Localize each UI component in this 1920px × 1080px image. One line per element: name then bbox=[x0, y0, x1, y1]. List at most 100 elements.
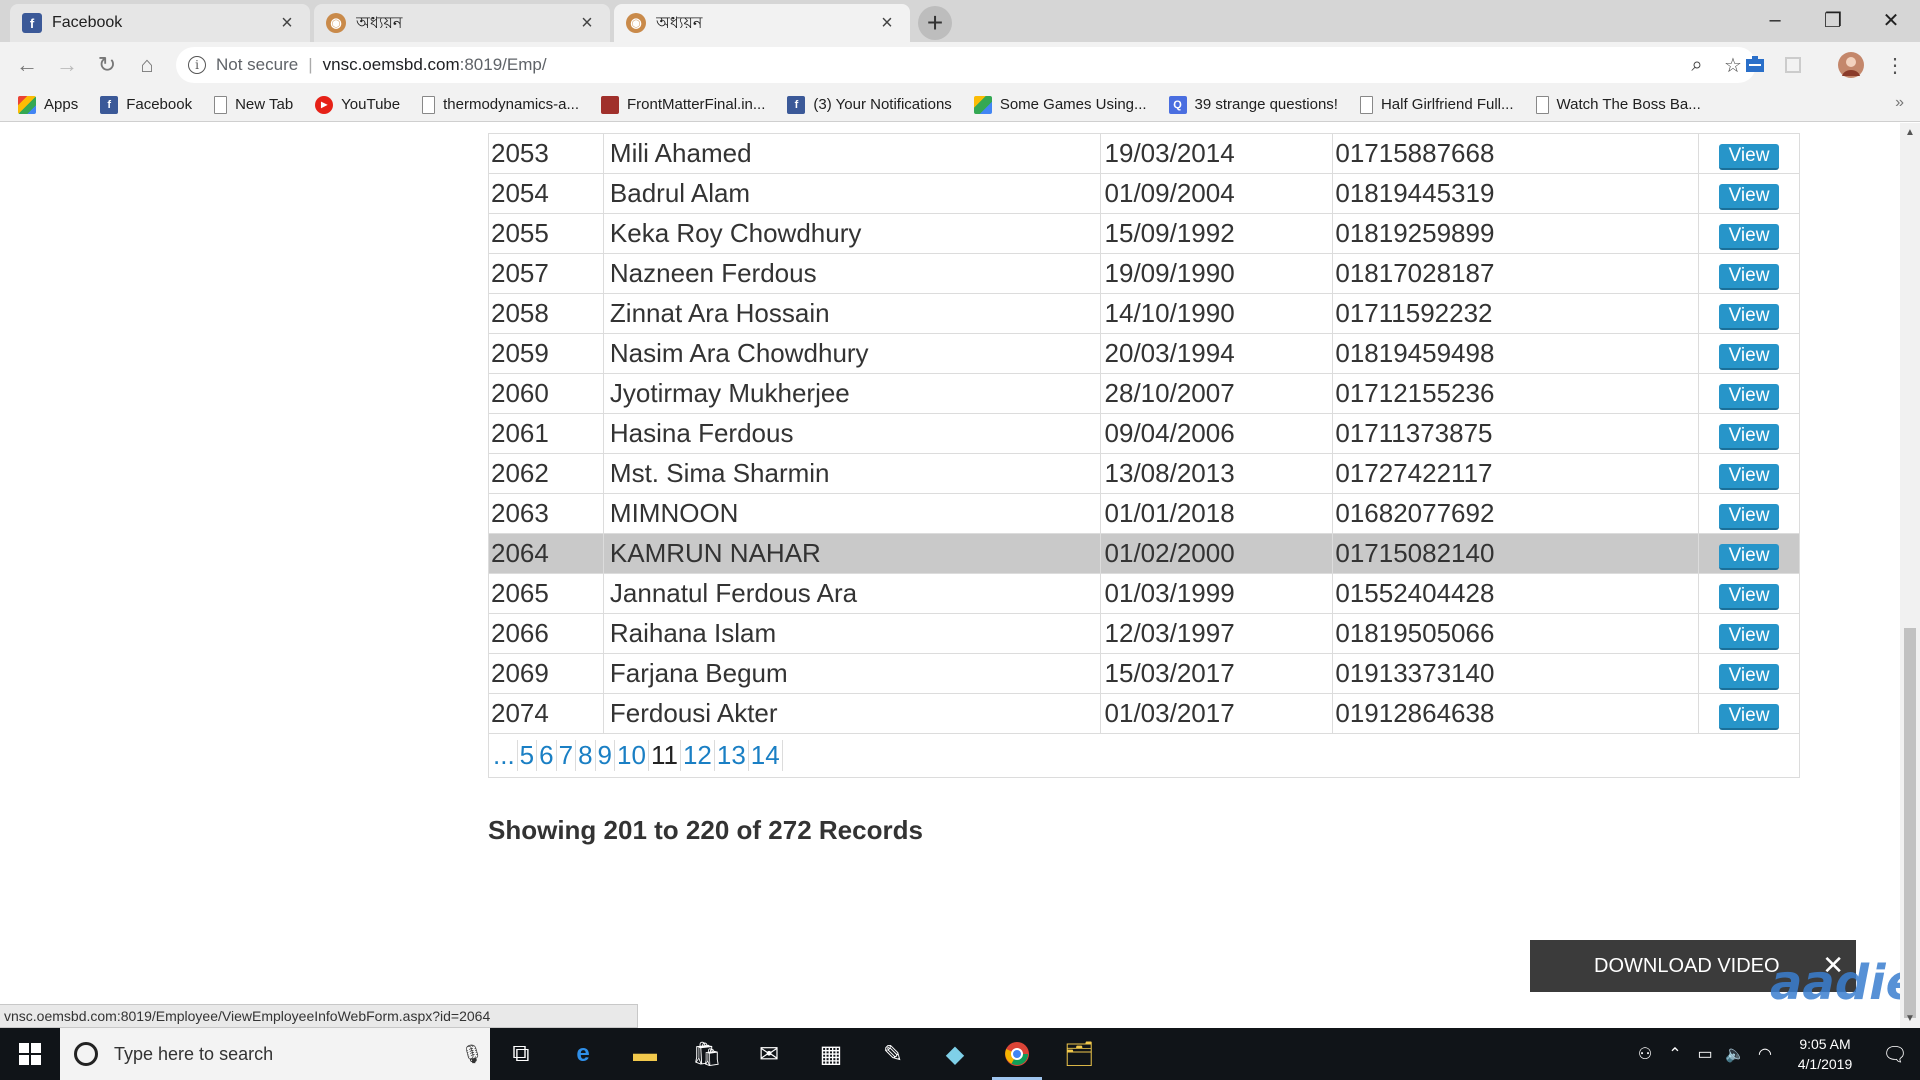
maximize-button[interactable]: ❐ bbox=[1804, 0, 1862, 40]
phone-cell: 01711373875 bbox=[1332, 413, 1700, 454]
close-icon[interactable]: × bbox=[276, 12, 298, 35]
tab-adhyayan-2[interactable]: ◉ অধ্যয়ন × bbox=[614, 4, 910, 42]
pager-link[interactable]: 8 bbox=[576, 740, 596, 771]
view-button[interactable]: View bbox=[1718, 424, 1780, 450]
window-close-button[interactable]: ✕ bbox=[1862, 0, 1920, 40]
table-row: 2059 Nasim Ara Chowdhury 20/03/1994 0181945… bbox=[488, 333, 1800, 374]
notes-app-icon[interactable]: ◆ bbox=[924, 1028, 986, 1080]
bookmark-thermodynamics[interactable]: thermodynamics-a... bbox=[422, 95, 579, 114]
pager-link[interactable]: 12 bbox=[681, 740, 715, 771]
pager-link[interactable]: 13 bbox=[715, 740, 749, 771]
bookmark-label: 39 strange questions! bbox=[1194, 96, 1338, 113]
microphone-icon[interactable]: 🎙 bbox=[454, 1044, 490, 1065]
bookmark-youtube[interactable]: ▶ YouTube bbox=[315, 95, 400, 114]
scroll-up-icon[interactable]: ▲ bbox=[1900, 127, 1920, 138]
view-button[interactable]: View bbox=[1718, 464, 1780, 490]
pager-link[interactable]: 9 bbox=[596, 740, 616, 771]
view-button[interactable]: View bbox=[1718, 584, 1780, 610]
wifi-icon[interactable]: ◠ bbox=[1750, 1044, 1780, 1064]
reload-icon[interactable]: ↻ bbox=[90, 48, 124, 82]
profile-avatar[interactable] bbox=[1836, 50, 1866, 80]
quiz-icon: Q bbox=[1168, 95, 1187, 114]
menu-kebab-icon[interactable]: ⋮ bbox=[1880, 50, 1910, 80]
view-button[interactable]: View bbox=[1718, 504, 1780, 530]
tab-adhyayan-1[interactable]: ◉ অধ্যয়ন × bbox=[314, 4, 610, 42]
pager-link[interactable]: 10 bbox=[615, 740, 649, 771]
bookmark-strange-questions[interactable]: Q 39 strange questions! bbox=[1168, 95, 1338, 114]
view-button[interactable]: View bbox=[1718, 344, 1780, 370]
view-button[interactable]: View bbox=[1718, 264, 1780, 290]
close-icon[interactable]: × bbox=[876, 12, 898, 35]
chevron-up-icon[interactable]: ⌃ bbox=[1660, 1044, 1690, 1064]
disabled-extension-icon[interactable] bbox=[1778, 50, 1808, 80]
chrome-icon[interactable] bbox=[986, 1028, 1048, 1080]
address-bar[interactable]: i Not secure | vnsc.oemsbd.com:8019/Emp/… bbox=[176, 47, 1756, 83]
battery-icon[interactable]: ▭ bbox=[1690, 1044, 1720, 1064]
tools-app-icon[interactable]: 🗂 bbox=[1048, 1028, 1110, 1080]
people-icon[interactable]: ⚇ bbox=[1630, 1044, 1660, 1064]
start-button[interactable] bbox=[0, 1028, 60, 1080]
page-icon bbox=[1359, 95, 1373, 114]
view-button[interactable]: View bbox=[1718, 384, 1780, 410]
bookmark-new-tab[interactable]: New Tab bbox=[214, 95, 293, 114]
employee-id-cell: 2057 bbox=[488, 253, 604, 294]
view-button[interactable]: View bbox=[1718, 664, 1780, 690]
taskbar-search[interactable]: Type here to search 🎙 bbox=[60, 1028, 490, 1080]
pager-link[interactable]: ... bbox=[491, 740, 518, 771]
scroll-down-icon[interactable]: ▼ bbox=[1900, 1013, 1920, 1024]
store-icon[interactable]: 🛍 bbox=[676, 1028, 738, 1080]
employee-name-cell: Keka Roy Chowdhury bbox=[602, 213, 1101, 254]
view-button[interactable]: View bbox=[1718, 304, 1780, 330]
pager-link[interactable]: 7 bbox=[557, 740, 577, 771]
bookmark-half-girlfriend[interactable]: Half Girlfriend Full... bbox=[1359, 95, 1514, 114]
mail-icon[interactable]: ✉ bbox=[738, 1028, 800, 1080]
address-path: :8019/Emp/ bbox=[459, 55, 547, 74]
task-view-icon[interactable]: ⧉ bbox=[490, 1028, 552, 1080]
view-button[interactable]: View bbox=[1718, 224, 1780, 250]
view-button[interactable]: View bbox=[1718, 704, 1780, 730]
employee-id-cell: 2058 bbox=[488, 293, 604, 334]
bookmark-apps[interactable]: Apps bbox=[18, 95, 78, 114]
bookmark-boss-baby[interactable]: Watch The Boss Ba... bbox=[1535, 95, 1701, 114]
bookmark-some-games[interactable]: Some Games Using... bbox=[973, 95, 1147, 114]
employee-id-cell: 2062 bbox=[488, 453, 604, 494]
employee-id-cell: 2055 bbox=[488, 213, 604, 254]
employee-id-cell: 2059 bbox=[488, 333, 604, 374]
view-button[interactable]: View bbox=[1718, 144, 1780, 170]
clock[interactable]: 9:05 AM 4/1/2019 bbox=[1780, 1034, 1870, 1074]
volume-icon[interactable]: 🔈 bbox=[1720, 1044, 1750, 1064]
employee-id-cell: 2066 bbox=[488, 613, 604, 654]
view-button[interactable]: View bbox=[1718, 624, 1780, 650]
home-icon[interactable]: ⌂ bbox=[130, 48, 164, 82]
media-app-icon[interactable]: ▦ bbox=[800, 1028, 862, 1080]
edge-icon[interactable]: e bbox=[552, 1028, 614, 1080]
extension-icon[interactable] bbox=[1740, 50, 1770, 80]
bookmark-notifications[interactable]: f (3) Your Notifications bbox=[787, 95, 952, 114]
forward-arrow-icon[interactable]: → bbox=[50, 48, 84, 82]
notification-icon[interactable]: 🗨 bbox=[1870, 1042, 1920, 1067]
file-explorer-icon[interactable]: ▬ bbox=[614, 1028, 676, 1080]
view-button[interactable]: View bbox=[1718, 184, 1780, 210]
join-date-cell: 01/01/2018 bbox=[1099, 493, 1334, 534]
scrollbar-thumb[interactable] bbox=[1904, 628, 1916, 1018]
info-icon[interactable]: i bbox=[188, 56, 206, 74]
tab-facebook[interactable]: f Facebook × bbox=[10, 4, 310, 42]
employee-id-cell: 2069 bbox=[488, 653, 604, 694]
pager-link[interactable]: 5 bbox=[518, 740, 538, 771]
pager-link[interactable]: 6 bbox=[537, 740, 557, 771]
pager-row: ... 5 6 7 8 9 10 11 12 13 14 bbox=[488, 733, 1800, 778]
bookmarks-overflow-icon[interactable]: » bbox=[1895, 94, 1904, 112]
close-icon[interactable]: × bbox=[576, 12, 598, 35]
bookmark-frontmatter[interactable]: FrontMatterFinal.in... bbox=[601, 95, 765, 114]
pager-link[interactable]: 14 bbox=[749, 740, 783, 771]
minimize-button[interactable]: – bbox=[1746, 0, 1804, 40]
employee-id-cell: 2064 bbox=[488, 533, 604, 574]
vertical-scrollbar[interactable]: ▲ ▼ bbox=[1900, 123, 1920, 1028]
paint-icon[interactable]: ✎ bbox=[862, 1028, 924, 1080]
back-arrow-icon[interactable]: ← bbox=[10, 48, 44, 82]
bookmark-facebook[interactable]: f Facebook bbox=[100, 95, 192, 114]
owl-icon: ◉ bbox=[626, 13, 646, 33]
zoom-icon[interactable]: ⌕ bbox=[1680, 47, 1714, 83]
new-tab-button[interactable]: + bbox=[918, 6, 952, 40]
view-button[interactable]: View bbox=[1718, 544, 1780, 570]
